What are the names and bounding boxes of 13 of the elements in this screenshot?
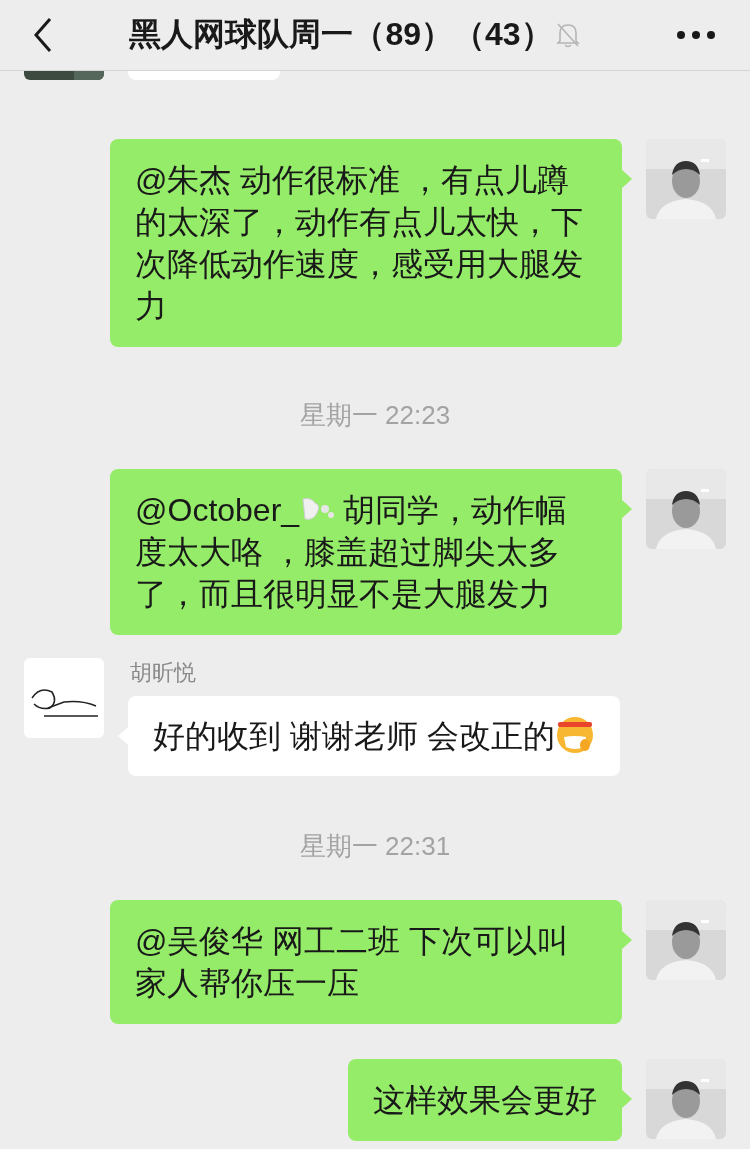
timestamp: 星期一 22:23 xyxy=(299,400,451,430)
message-text: @吴俊华 网工二班 下次可以叫家人帮你压一压 xyxy=(135,923,570,1001)
message-text: 胡同学，动作幅 xyxy=(343,492,568,528)
sender-name: 胡昕悦 xyxy=(130,659,197,687)
message-text: @朱杰 动作很标准 ，有点儿蹲的太深了，动作有点儿太快，下次降低动作速度，感受用大腿发力 xyxy=(135,162,583,324)
message-text: 度太大咯 ，膝盖超过脚尖太多了，而且很明显不是大腿发力 xyxy=(135,534,560,612)
message-text: @October_ xyxy=(135,492,300,528)
back-icon[interactable] xyxy=(32,17,54,53)
message-text: 这样效果会更好 xyxy=(373,1082,597,1118)
more-icon[interactable] xyxy=(676,30,716,40)
message-text: 好的收到 谢谢老师 会改正的 xyxy=(153,718,555,754)
timestamp: 星期一 22:31 xyxy=(299,831,451,861)
chat-title: 黑人网球队周一（89）（43） xyxy=(129,15,553,54)
